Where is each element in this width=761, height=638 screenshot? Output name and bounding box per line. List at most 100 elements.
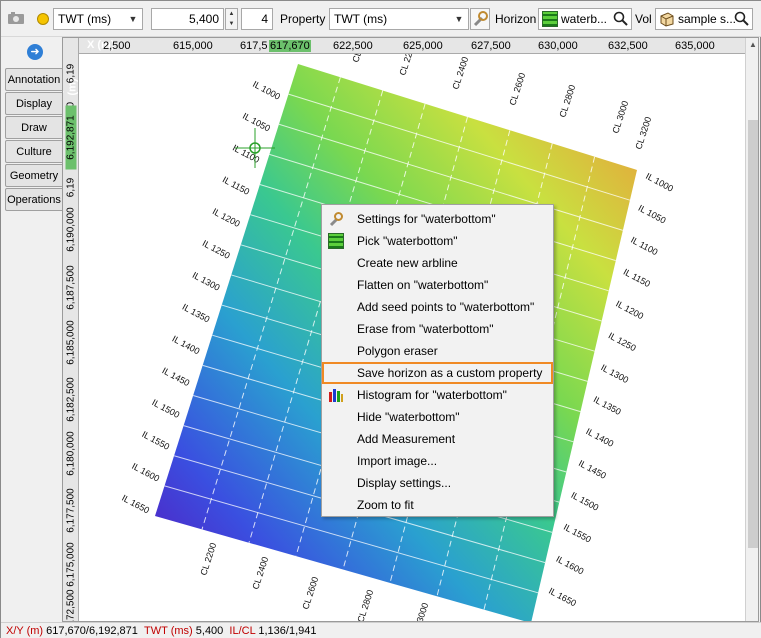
- crossline-label: CL 2400: [450, 55, 470, 90]
- menu-item-zoom-to-fit[interactable]: Zoom to fit: [324, 494, 552, 516]
- depth-spinner[interactable]: ▲ ▼: [225, 8, 238, 30]
- menu-item-label: Pick "waterbottom": [357, 234, 458, 248]
- property-label: Property: [280, 12, 326, 26]
- inline-label: IL 1300: [191, 270, 222, 293]
- menu-item-polygon-eraser[interactable]: Polygon eraser: [324, 340, 552, 362]
- inline-label: IL 1350: [592, 394, 623, 417]
- spin-down-icon[interactable]: ▼: [226, 19, 237, 29]
- wrench-icon[interactable]: [470, 8, 490, 30]
- crossline-label: CL 2600: [300, 575, 320, 610]
- horizon-grid-icon: [328, 233, 344, 249]
- inline-label: IL 1000: [644, 171, 675, 194]
- menu-item-label: Polygon eraser: [357, 344, 438, 358]
- crossline-label: CL 2800: [557, 83, 577, 118]
- inline-label: IL 1150: [221, 174, 251, 196]
- y-tick-label: 6,190,000: [65, 207, 77, 252]
- inline-label: IL 1400: [170, 334, 201, 357]
- ilcl-label: IL/CL: [229, 625, 256, 637]
- menu-item-label: Display settings...: [357, 476, 452, 490]
- inline-label: IL 1200: [211, 206, 242, 229]
- crossline-label: CL 2600: [507, 71, 527, 106]
- horizon-label: Horizon: [495, 12, 537, 26]
- domain-select[interactable]: TWT (ms) ▼: [53, 8, 143, 30]
- crossline-label: CL 2800: [355, 588, 375, 622]
- search-icon[interactable]: [734, 10, 750, 27]
- menu-item-settings-for-waterbottom[interactable]: Settings for "waterbottom": [324, 208, 552, 230]
- x-tick-label: 630,000: [538, 40, 578, 52]
- spin-up-icon[interactable]: ▲: [226, 9, 237, 19]
- inline-label: IL 1500: [569, 490, 600, 513]
- vertical-scrollbar[interactable]: ▲: [745, 38, 758, 621]
- wrench-icon: [328, 211, 344, 227]
- side-tab-operations[interactable]: Operations: [5, 188, 63, 211]
- scrollbar-thumb[interactable]: [748, 120, 758, 548]
- inline-label: IL 1250: [607, 330, 638, 353]
- property-select-value: TWT (ms): [334, 12, 388, 26]
- collapse-arrow-icon[interactable]: ➜: [27, 44, 43, 60]
- xy-label: X/Y (m): [6, 625, 44, 637]
- menu-item-erase-from-waterbottom[interactable]: Erase from "waterbottom": [324, 318, 552, 340]
- menu-item-histogram-for-waterbottom[interactable]: Histogram for "waterbottom": [324, 384, 552, 406]
- menu-item-add-measurement[interactable]: Add Measurement: [324, 428, 552, 450]
- inline-label: IL 1000: [251, 79, 282, 102]
- menu-item-label: Import image...: [357, 454, 438, 468]
- y-tick-label: 6,180,000: [65, 431, 77, 476]
- chevron-down-icon: ▼: [128, 14, 138, 24]
- chevron-down-icon: ▼: [454, 14, 464, 24]
- y-ruler: Y (m) 6,19006,192,8716,196,190,0006,187,…: [63, 38, 79, 622]
- inline-label: IL 1550: [562, 522, 593, 545]
- crossline-label: CL 3000: [410, 601, 430, 622]
- menu-item-save-horizon-as-a-custom-property[interactable]: Save horizon as a custom property: [322, 362, 553, 384]
- menu-item-create-new-arbline[interactable]: Create new arbline: [324, 252, 552, 274]
- domain-select-value: TWT (ms): [58, 12, 112, 26]
- camera-icon[interactable]: [7, 11, 25, 25]
- menu-item-add-seed-points-to-waterbottom[interactable]: Add seed points to "waterbottom": [324, 296, 552, 318]
- crossline-label: CL 2200: [198, 541, 218, 576]
- map-view-window: TWT (ms) ▼ 5,400 ▲ ▼ 4 Property TWT (ms)…: [0, 0, 761, 638]
- x-tick-label: 617,5: [240, 40, 268, 52]
- menu-item-label: Create new arbline: [357, 256, 458, 270]
- depth-input[interactable]: 5,400: [151, 8, 224, 30]
- inline-label: IL 1650: [120, 493, 151, 516]
- inline-label: IL 1150: [622, 267, 652, 289]
- side-tab-culture[interactable]: Culture: [5, 140, 63, 163]
- inline-label: IL 1050: [241, 111, 272, 134]
- y-tick-label: 172,500: [65, 589, 77, 622]
- scroll-up-icon[interactable]: ▲: [749, 40, 757, 49]
- side-tab-display[interactable]: Display: [5, 92, 63, 115]
- vol-label: Vol: [635, 12, 652, 26]
- step-input[interactable]: 4: [241, 8, 273, 30]
- menu-item-display-settings[interactable]: Display settings...: [324, 472, 552, 494]
- x-tick-label: 632,500: [608, 40, 648, 52]
- inline-label: IL 1600: [554, 554, 585, 577]
- side-tab-draw[interactable]: Draw: [5, 116, 63, 139]
- inline-label: IL 1050: [637, 203, 668, 226]
- menu-item-import-image[interactable]: Import image...: [324, 450, 552, 472]
- horizon-select[interactable]: waterb...: [538, 8, 632, 30]
- xy-value: 617,670/6,192,871: [46, 625, 138, 637]
- horizon-value: waterb...: [561, 12, 608, 26]
- inline-label: IL 1300: [599, 362, 630, 385]
- x-tick-label: 2,500: [103, 40, 131, 52]
- side-tab-list: Annotation Display Draw Culture Geometry Oper…: [5, 68, 63, 212]
- horizon-grid-icon: [542, 11, 558, 27]
- menu-item-hide-waterbottom[interactable]: Hide "waterbottom": [324, 406, 552, 428]
- menu-item-flatten-on-waterbottom[interactable]: Flatten on "waterbottom": [324, 274, 552, 296]
- property-select[interactable]: TWT (ms) ▼: [329, 8, 469, 30]
- inline-label: IL 1250: [201, 238, 232, 261]
- menu-item-label: Erase from "waterbottom": [357, 322, 494, 336]
- volume-select[interactable]: sample s...: [655, 8, 753, 30]
- inline-label: IL 1100: [231, 143, 261, 165]
- x-tick-label: 615,000: [173, 40, 213, 52]
- side-tab-geometry[interactable]: Geometry: [5, 164, 63, 187]
- ilcl-value: 1,136/1,941: [258, 625, 317, 637]
- inline-label: IL 1200: [614, 299, 645, 322]
- side-tab-annotation[interactable]: Annotation: [5, 68, 63, 91]
- crossline-label: CL 3000: [610, 99, 630, 134]
- search-icon[interactable]: [613, 10, 629, 27]
- menu-item-label: Settings for "waterbottom": [357, 212, 496, 226]
- menu-item-pick-waterbottom[interactable]: Pick "waterbottom": [324, 230, 552, 252]
- x-tick-label: 617,670: [269, 40, 311, 52]
- x-tick-label: 635,000: [675, 40, 715, 52]
- inline-label: IL 1450: [577, 458, 608, 481]
